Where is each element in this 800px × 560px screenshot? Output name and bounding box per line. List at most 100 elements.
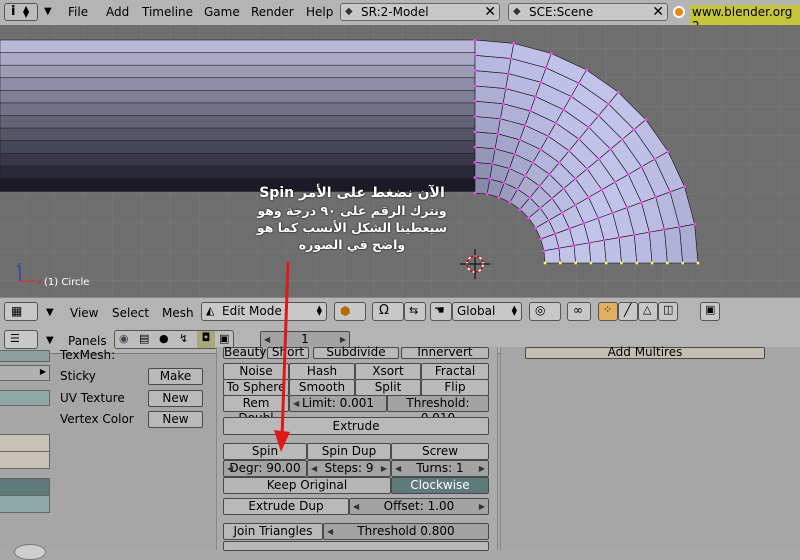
vertex[interactable] (473, 38, 477, 42)
material-slot-field[interactable] (0, 434, 50, 452)
menu-render[interactable]: Render (251, 5, 294, 19)
vertex[interactable] (560, 211, 564, 214)
vertex[interactable] (587, 126, 591, 129)
vertex[interactable] (557, 246, 561, 250)
decrement-icon[interactable]: ◀ (311, 461, 317, 476)
increment-icon[interactable]: ▶ (479, 461, 485, 476)
vertex[interactable] (508, 167, 511, 170)
shading-icon[interactable]: ● (159, 332, 169, 345)
vertex[interactable] (518, 138, 522, 142)
vertex[interactable] (621, 138, 624, 141)
split-button[interactable]: Split (355, 379, 421, 396)
offset-field[interactable]: ◀ Offset: 1.00 ▶ (349, 498, 489, 515)
mesh-field[interactable] (0, 350, 50, 362)
mode-selector[interactable]: ◭ Edit Mode ▲ ▼ (201, 302, 327, 321)
vertex[interactable] (539, 80, 543, 84)
vertex[interactable] (507, 72, 510, 75)
join-threshold-field[interactable]: ◀ Threshold 0.800 (323, 523, 489, 540)
render-preview-button[interactable]: ▣ (700, 302, 720, 321)
vertex[interactable] (488, 177, 492, 181)
vertex[interactable] (567, 149, 571, 153)
vertex[interactable] (644, 118, 648, 121)
menu-game[interactable]: Game (204, 5, 240, 19)
vertex-select-button[interactable]: ⁘ (598, 302, 618, 321)
vertex[interactable] (562, 108, 565, 111)
xsort-button[interactable]: Xsort (355, 363, 421, 380)
draw-type-selector[interactable]: ⬢ (334, 302, 366, 321)
vertex[interactable] (574, 261, 577, 265)
beauty-button[interactable]: Beauty (223, 346, 266, 359)
vertex[interactable] (585, 167, 589, 171)
vertex[interactable] (544, 66, 548, 70)
vertex[interactable] (473, 54, 477, 57)
3d-viewport[interactable]: x z (1) Circle (0, 25, 800, 297)
menu-help[interactable]: Help (306, 5, 333, 19)
vertex[interactable] (683, 185, 686, 189)
degrees-field[interactable]: ◀ Degr: 90.00 (223, 460, 307, 477)
vertex[interactable] (528, 196, 532, 199)
vertex[interactable] (512, 42, 516, 45)
vertex[interactable] (627, 173, 630, 176)
pivot-selector[interactable]: Ω (372, 302, 404, 321)
vertex[interactable] (620, 261, 623, 265)
vertex[interactable] (539, 148, 542, 151)
vertex[interactable] (617, 90, 620, 94)
vertex[interactable] (574, 177, 577, 180)
menu-view[interactable]: View (70, 306, 98, 320)
collapse-menu-icon[interactable]: ▼ (46, 335, 54, 346)
vertex[interactable] (501, 102, 505, 105)
hand-button[interactable]: ☚ (430, 302, 452, 321)
material-slot-field[interactable] (0, 451, 50, 469)
vertex[interactable] (597, 157, 601, 161)
vertex[interactable] (543, 261, 547, 265)
vertex[interactable] (577, 137, 581, 141)
vertex[interactable] (473, 99, 477, 103)
vertex[interactable] (491, 162, 494, 166)
vertex[interactable] (496, 132, 500, 136)
vertex[interactable] (585, 68, 588, 72)
vertex[interactable] (473, 69, 477, 72)
collapse-menu-icon[interactable]: ▼ (46, 307, 54, 318)
vertex[interactable] (508, 201, 512, 204)
logic-icon[interactable]: ◉ (119, 332, 129, 345)
vertex[interactable] (568, 227, 571, 230)
face-select-button[interactable]: △ (638, 302, 658, 321)
vertex-group-field[interactable] (0, 495, 50, 513)
vertex[interactable] (666, 150, 670, 153)
vertex[interactable] (524, 174, 527, 178)
vertex[interactable] (666, 261, 669, 265)
vertex[interactable] (604, 261, 608, 265)
vertex[interactable] (553, 232, 557, 236)
vertex[interactable] (504, 87, 508, 90)
snap-button[interactable]: ∞ (567, 302, 591, 321)
threshold-field[interactable]: Threshold: 0.010 (387, 395, 489, 425)
sticky-make-button[interactable]: Make (148, 368, 203, 385)
edge-select-button[interactable]: ╱ (618, 302, 638, 321)
window-type-button[interactable]: ☰ (4, 330, 38, 349)
vertex[interactable] (632, 128, 636, 131)
vertex[interactable] (547, 219, 551, 222)
screen-selector[interactable]: ◆ SR:2-Model ✕ (340, 3, 500, 21)
vertex[interactable] (558, 161, 561, 164)
vertex[interactable] (550, 197, 554, 200)
vertex[interactable] (473, 145, 477, 149)
scene-icon[interactable]: ▣ (219, 332, 229, 345)
vertex[interactable] (653, 157, 657, 161)
vertex[interactable] (539, 237, 543, 241)
menu-file[interactable]: File (68, 5, 88, 19)
vertex[interactable] (473, 84, 477, 88)
spin-dup-button[interactable]: Spin Dup (307, 443, 391, 460)
vertex[interactable] (597, 114, 600, 117)
vertex[interactable] (473, 161, 477, 164)
vertex[interactable] (654, 195, 658, 199)
vertex[interactable] (589, 261, 593, 265)
vertex[interactable] (493, 147, 497, 151)
vertex[interactable] (617, 236, 621, 239)
collapse-menu-icon[interactable]: ▼ (44, 6, 52, 17)
transform-manipulator-button[interactable]: ⇆ (404, 302, 426, 321)
menu-select[interactable]: Select (112, 306, 149, 320)
keep-original-toggle[interactable]: Keep Original (223, 477, 391, 494)
viewport-canvas[interactable] (0, 25, 800, 297)
vertex[interactable] (640, 165, 643, 169)
vertex[interactable] (509, 57, 513, 60)
